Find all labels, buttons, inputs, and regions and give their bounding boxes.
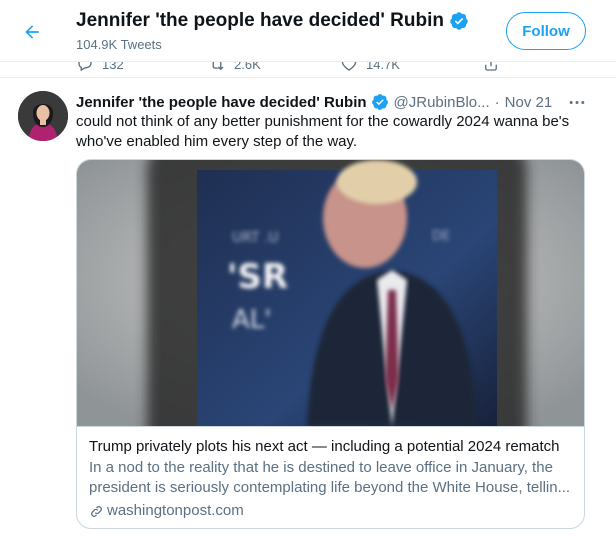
- verified-badge-icon: [371, 94, 388, 110]
- like-button[interactable]: 14.7K: [340, 62, 400, 73]
- more-icon: [569, 100, 585, 104]
- svg-text:DE: DE: [432, 229, 450, 244]
- retweet-icon: [212, 62, 224, 71]
- reply-icon: [78, 62, 92, 72]
- follow-button[interactable]: Follow: [506, 12, 586, 50]
- profile-name-text: Jennifer 'the people have decided' Rubin: [76, 10, 444, 31]
- card-domain-text: washingtonpost.com: [107, 502, 244, 519]
- reply-count: 132: [102, 62, 124, 72]
- card-title: Trump privately plots his next act — inc…: [89, 438, 560, 455]
- share-button[interactable]: [482, 62, 508, 73]
- verified-badge-icon: [450, 12, 468, 30]
- link-card[interactable]: URT .U 'SR AL' DE Trump privately plots …: [76, 159, 585, 529]
- arrow-left-icon: [25, 25, 39, 39]
- avatar-photo: [18, 91, 68, 141]
- tweet-date[interactable]: Nov 21: [505, 94, 553, 111]
- back-button[interactable]: [18, 18, 46, 46]
- heart-icon: [341, 62, 357, 71]
- share-icon: [485, 62, 497, 71]
- svg-text:URT .U: URT .U: [232, 230, 279, 246]
- svg-text:'SR: 'SR: [227, 257, 288, 297]
- link-icon: [91, 505, 102, 517]
- profile-header: Jennifer 'the people have decided' Rubin…: [0, 0, 616, 62]
- separator-dot: ·: [494, 93, 500, 111]
- card-body: Trump privately plots his next act — inc…: [89, 437, 575, 521]
- reply-button[interactable]: 132: [76, 62, 124, 73]
- avatar[interactable]: [18, 91, 68, 141]
- author-name[interactable]: Jennifer 'the people have decided' Rubin: [76, 94, 367, 111]
- tweet-count: 104.9K Tweets: [76, 37, 162, 52]
- news-photo: URT .U 'SR AL' DE: [77, 160, 584, 426]
- card-image: URT .U 'SR AL' DE: [77, 160, 584, 427]
- more-options-button[interactable]: [566, 93, 588, 111]
- previous-tweet-actions: 132 2.6K 14.7K: [0, 62, 616, 78]
- retweet-button[interactable]: 2.6K: [208, 62, 261, 73]
- tweet-text: could not think of any better punishment…: [76, 113, 570, 150]
- svg-text:AL': AL': [232, 305, 271, 335]
- tweet-header: Jennifer 'the people have decided' Rubin…: [76, 92, 552, 112]
- card-domain: washingtonpost.com: [89, 501, 575, 521]
- profile-name: Jennifer 'the people have decided' Rubin: [76, 10, 469, 32]
- like-count: 14.7K: [366, 62, 400, 72]
- retweet-count: 2.6K: [234, 62, 261, 72]
- author-handle[interactable]: @JRubinBlo...: [394, 94, 490, 111]
- card-description: In a nod to the reality that he is desti…: [89, 459, 571, 496]
